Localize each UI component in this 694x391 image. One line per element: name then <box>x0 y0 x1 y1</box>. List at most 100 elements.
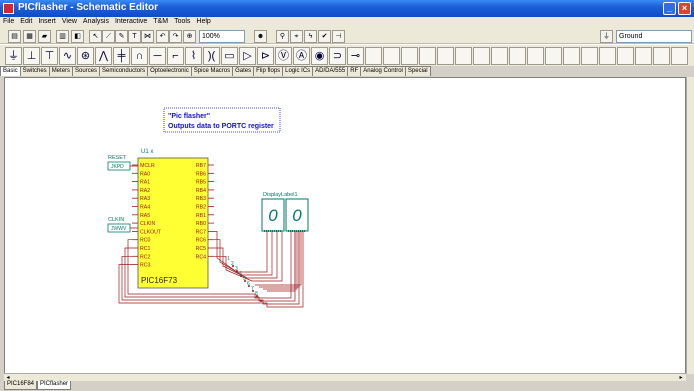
tab-rf[interactable]: RF <box>347 66 362 76</box>
sheet-tab-pic16f84[interactable]: PIC16F84 <box>4 381 38 390</box>
tab-spice-macros[interactable]: Spice Macros <box>190 66 234 76</box>
tab-gates[interactable]: Gates <box>232 66 255 76</box>
menu-interactive[interactable]: Interactive <box>112 17 150 25</box>
open-icon[interactable]: ▤ <box>8 30 21 43</box>
empty-slot-13[interactable] <box>581 47 598 65</box>
wire-icon[interactable]: ⟋ <box>102 30 115 43</box>
rotate-left-icon[interactable]: ↶ <box>156 30 169 43</box>
clock-input[interactable]: CLKIN JWWV <box>107 217 138 233</box>
select-arrow-icon[interactable]: ↖ <box>89 30 102 43</box>
dc-source-icon[interactable]: ⊤ <box>41 47 58 65</box>
tab-special[interactable]: Special <box>404 66 431 76</box>
ground-toolbar-icon[interactable]: ⏚ <box>600 30 613 43</box>
ground-icon[interactable]: ⏚ <box>5 47 22 65</box>
close-icon[interactable]: × <box>678 2 691 15</box>
text-icon[interactable]: T <box>128 30 141 43</box>
tab-basic[interactable]: Basic <box>0 66 21 76</box>
empty-slot-5[interactable] <box>437 47 454 65</box>
mcu-ref: U1 x <box>141 149 153 155</box>
current-source-icon[interactable]: ⊛ <box>77 47 94 65</box>
resistor-icon[interactable]: ⋀ <box>95 47 112 65</box>
tab-sources[interactable]: Sources <box>72 66 101 76</box>
empty-slot-8[interactable] <box>491 47 508 65</box>
schematic-note[interactable]: "Pic flasher" Outputs data to PORTC regi… <box>163 107 281 133</box>
empty-slot-10[interactable] <box>527 47 544 65</box>
battery-icon[interactable]: ⊥ <box>23 47 40 65</box>
schematic-drawing: "Pic flasher" Outputs data to PORTC regi… <box>107 107 309 308</box>
zoom-select[interactable]: 100% <box>199 30 245 43</box>
tab-meters[interactable]: Meters <box>48 66 74 76</box>
menu-tm[interactable]: T&M <box>150 17 171 25</box>
capacitor-icon[interactable]: ╪ <box>113 47 130 65</box>
led-icon[interactable]: ⊳ <box>257 47 274 65</box>
probe-palette-icon[interactable]: ⊸ <box>347 47 364 65</box>
empty-slot-11[interactable] <box>545 47 562 65</box>
component-select[interactable]: Ground <box>616 30 692 43</box>
mcu-pin-rc0: RC0 <box>140 238 150 244</box>
gate-icon[interactable]: ⊃ <box>329 47 346 65</box>
print-icon[interactable]: ▥ <box>56 30 69 43</box>
tab-semiconductors[interactable]: Semiconductors <box>99 66 149 76</box>
tab-optoelectronic[interactable]: Optoelectronic <box>147 66 192 76</box>
rotate-right-icon[interactable]: ↷ <box>169 30 182 43</box>
schematic-canvas[interactable]: "Pic flasher" Outputs data to PORTC regi… <box>4 77 686 374</box>
person-icon[interactable]: ☻ <box>254 30 267 43</box>
horizontal-scrollbar[interactable]: ◂ ▸ <box>4 373 686 381</box>
empty-slot-7[interactable] <box>473 47 490 65</box>
tab-switches[interactable]: Switches <box>19 66 50 76</box>
inductor-icon[interactable]: ∩ <box>131 47 148 65</box>
flash-icon[interactable]: ϟ <box>304 30 317 43</box>
empty-slot-18[interactable] <box>671 47 688 65</box>
open-folder-icon[interactable]: ▰ <box>38 30 51 43</box>
menu-view[interactable]: View <box>59 17 80 25</box>
sheet-tab-picflasher[interactable]: PICflasher <box>37 381 72 390</box>
empty-slot-16[interactable] <box>635 47 652 65</box>
analysis-icon[interactable]: ⚲ <box>276 30 289 43</box>
voltmeter-icon[interactable]: Ⓥ <box>275 47 292 65</box>
mcu-pic16f73[interactable]: U1 x PIC16F73 MCLR RA0 RA1 RA2 RA3 RA4 RA5 CLKI… <box>132 149 214 289</box>
menu-edit[interactable]: Edit <box>17 17 35 25</box>
preview-icon[interactable]: ◧ <box>71 30 84 43</box>
empty-slot-9[interactable] <box>509 47 526 65</box>
tab-analog-control[interactable]: Analog Control <box>360 66 406 76</box>
switch-icon[interactable]: ⌐ <box>167 47 184 65</box>
save-icon[interactable]: ▦ <box>23 30 36 43</box>
vertical-scrollbar[interactable] <box>686 77 694 374</box>
empty-slot-14[interactable] <box>599 47 616 65</box>
run-icon[interactable]: ✔ <box>318 30 331 43</box>
minimize-icon[interactable]: _ <box>663 2 676 15</box>
coil-icon[interactable]: )( <box>203 47 220 65</box>
wire-segment-icon[interactable]: ─ <box>149 47 166 65</box>
empty-slot-12[interactable] <box>563 47 580 65</box>
bus-icon[interactable]: ⋈ <box>141 30 154 43</box>
empty-slot-17[interactable] <box>653 47 670 65</box>
component-icon[interactable]: ⊣ <box>332 30 345 43</box>
empty-slot-3[interactable] <box>401 47 418 65</box>
zoom-icon[interactable]: ⊕ <box>183 30 196 43</box>
menu-insert[interactable]: Insert <box>35 17 59 25</box>
crystal-icon[interactable]: ▭ <box>221 47 238 65</box>
ammeter-icon[interactable]: Ⓐ <box>293 47 310 65</box>
seven-segment-display[interactable]: DisplayLabel1 0 0 <box>261 192 309 232</box>
diode-icon[interactable]: ▷ <box>239 47 256 65</box>
transformer-icon[interactable]: ⌇ <box>185 47 202 65</box>
probe-icon[interactable]: ⌖ <box>290 30 303 43</box>
menu-help[interactable]: Help <box>193 17 213 25</box>
scroll-right-icon[interactable]: ▸ <box>677 374 685 382</box>
empty-slot-2[interactable] <box>383 47 400 65</box>
tab-flip-flops[interactable]: Flip flops <box>253 66 284 76</box>
meter-icon[interactable]: ◉ <box>311 47 328 65</box>
empty-slot-15[interactable] <box>617 47 634 65</box>
tab-ad-da-555[interactable]: AD/DA/555 <box>312 66 349 76</box>
menu-tools[interactable]: Tools <box>171 17 193 25</box>
empty-slot-6[interactable] <box>455 47 472 65</box>
reset-input[interactable]: RESET JKPD <box>107 155 138 171</box>
empty-slot-1[interactable] <box>365 47 382 65</box>
tab-logic-ics[interactable]: Logic ICs <box>282 66 314 76</box>
empty-slot-4[interactable] <box>419 47 436 65</box>
menu-file[interactable]: File <box>0 17 17 25</box>
pen-icon[interactable]: ✎ <box>115 30 128 43</box>
menu-analysis[interactable]: Analysis <box>80 17 112 25</box>
ac-source-icon[interactable]: ∿ <box>59 47 76 65</box>
window-title: PICflasher - Schematic Editor <box>18 2 159 13</box>
